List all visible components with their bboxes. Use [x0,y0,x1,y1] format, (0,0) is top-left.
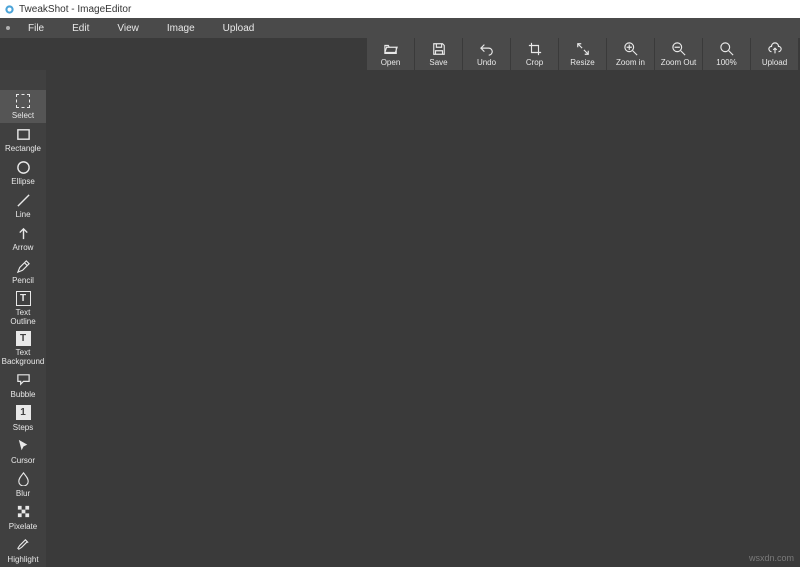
canvas-area[interactable]: wsxdn.com [46,70,800,567]
crop-button[interactable]: Crop [511,38,558,70]
tool-ellipse[interactable]: Ellipse [0,156,46,189]
tool-rectangle[interactable]: Rectangle [0,123,46,156]
menu-edit[interactable]: Edit [58,23,103,34]
tool-highlight[interactable]: Highlight [0,534,46,567]
upload-button[interactable]: Upload [751,38,798,70]
tool-sidebar: Select Rectangle Ellipse Line Arrow Penc… [0,70,46,567]
tool-pixelate[interactable]: Pixelate [0,501,46,534]
tool-arrow[interactable]: Arrow [0,222,46,255]
blur-drop-icon [16,471,31,487]
text-outline-icon: T [16,290,31,306]
resize-icon [576,42,590,56]
menu-file[interactable]: File [14,23,58,34]
top-toolbar: Open Save Undo Crop Resize Zoom in Zoom … [0,38,800,70]
bubble-icon [16,372,31,388]
resize-button[interactable]: Resize [559,38,606,70]
tool-cursor[interactable]: Cursor [0,435,46,468]
pixelate-icon [16,504,31,520]
open-button[interactable]: Open [367,38,414,70]
zoom-out-icon [672,42,686,56]
crop-icon [528,42,542,56]
ellipse-icon [16,159,31,175]
rectangle-icon [16,126,31,142]
save-floppy-icon [432,42,446,56]
arrow-up-icon [16,225,31,241]
steps-icon: 1 [16,405,31,421]
tool-text-background[interactable]: T TextBackground [0,328,46,368]
window-title: TweakShot - ImageEditor [19,4,131,15]
app-logo-icon [4,4,15,15]
open-folder-icon [384,42,398,56]
select-icon [16,93,30,109]
cursor-icon [16,438,31,454]
tool-line[interactable]: Line [0,189,46,222]
tool-pencil[interactable]: Pencil [0,255,46,288]
menu-image[interactable]: Image [153,23,209,34]
tool-bubble[interactable]: Bubble [0,368,46,401]
tool-select[interactable]: Select [0,90,46,123]
tool-steps[interactable]: 1 Steps [0,402,46,435]
zoom-in-button[interactable]: Zoom in [607,38,654,70]
zoom-in-icon [624,42,638,56]
tool-text-outline[interactable]: T TextOutline [0,288,46,328]
text-background-icon: T [16,330,31,346]
undo-arrow-icon [480,42,494,56]
zoom-100-icon [720,42,734,56]
titlebar: TweakShot - ImageEditor [0,0,800,18]
tool-blur[interactable]: Blur [0,468,46,501]
zoom-100-button[interactable]: 100% [703,38,750,70]
pencil-icon [16,258,31,274]
watermark-text: wsxdn.com [749,553,794,563]
menu-upload[interactable]: Upload [209,23,269,34]
zoom-out-button[interactable]: Zoom Out [655,38,702,70]
line-icon [16,192,31,208]
undo-button[interactable]: Undo [463,38,510,70]
highlight-marker-icon [16,537,31,553]
menu-indicator-icon [6,26,10,30]
menu-view[interactable]: View [103,23,153,34]
menubar: File Edit View Image Upload [0,18,800,38]
save-button[interactable]: Save [415,38,462,70]
upload-cloud-icon [768,42,782,56]
